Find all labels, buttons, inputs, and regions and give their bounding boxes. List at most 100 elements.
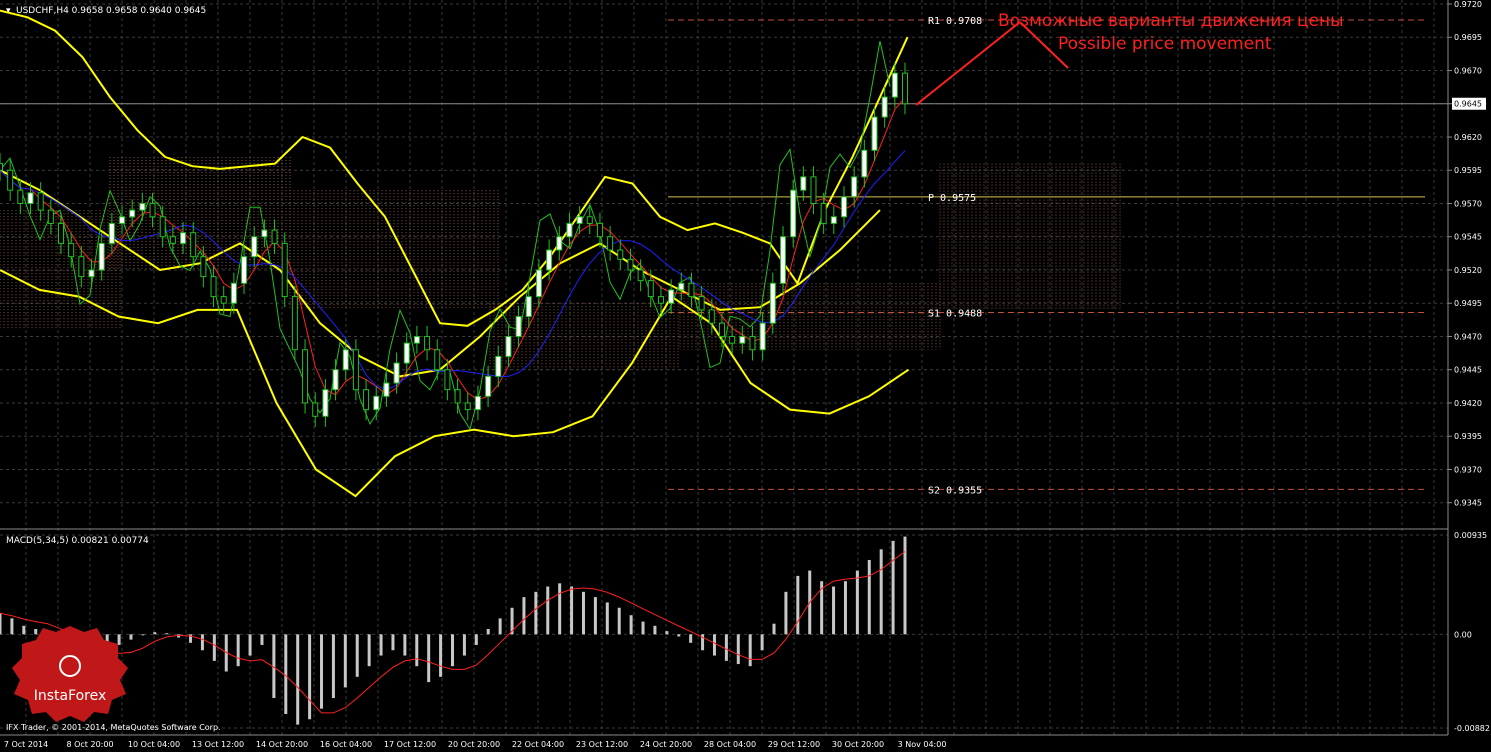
macd-bar [522,597,526,635]
candle-body [230,282,237,304]
x-tick-label: 29 Oct 12:00 [768,740,820,749]
candle-body [779,236,786,284]
macd-tick-label: -0.00882 [1454,724,1490,733]
macd-bar [867,559,871,635]
y-tick-label: 0.9370 [1454,465,1482,474]
candle-body [302,349,309,404]
annotation-ru: Возможные варианты движения цены [998,11,1344,31]
candle-body [0,163,3,171]
candle-body [871,116,878,151]
x-tick-label: 30 Oct 20:00 [832,740,884,749]
macd-tick-label: 0.00935 [1454,531,1487,540]
macd-bar [736,634,740,665]
candle-body [68,242,75,258]
y-tick-label: 0.9495 [1454,299,1482,308]
macd-bar [712,634,716,656]
candle-body [586,216,593,224]
x-tick-label: 7 Oct 2014 [4,740,48,749]
candle-body [78,256,85,278]
candle-body [363,389,370,411]
candle-body [98,242,105,271]
macd-bar [605,602,609,635]
candle-body [861,149,868,178]
candle-body [708,309,715,324]
macd-bar [832,586,836,635]
current-price-marker: 0.9645 [1452,97,1486,110]
candle-body [261,229,268,238]
candle-body [271,229,278,244]
y-tick-label: 0.9395 [1454,432,1482,441]
macd-bar [462,634,466,656]
candle-body [495,355,502,377]
candle-body [444,369,451,391]
macd-info: MACD(5,34,5) 0.00821 0.00774 [6,536,149,546]
usdchf-chart: R1 0.9708 P 0.9575 S1 0.9488 S2 0.9355 0.97… [0,0,1491,752]
candle-body [657,296,664,304]
candle-body [464,402,471,411]
candle-body [505,335,512,357]
y-tick-label: 0.9345 [1454,499,1482,508]
macd-bar [903,536,907,635]
candle-body [759,322,766,351]
macd-bar [320,634,324,709]
x-tick-label: 20 Oct 20:00 [448,740,500,749]
macd-bar [653,625,657,635]
x-tick-label: 3 Nov 04:00 [898,740,947,749]
candle-body [851,176,858,198]
candle-body [607,236,614,251]
candle-body [902,72,908,105]
x-tick-label: 28 Oct 04:00 [704,740,756,749]
candle-body [525,296,532,318]
macd-bar [689,634,693,643]
candle-body [251,236,258,258]
macd-bar [581,591,585,635]
macd-bar [641,621,645,635]
candle-body [7,169,14,191]
candle-body [129,209,136,218]
chart-menu-icon[interactable]: ▾ [6,6,11,16]
y-tick-label: 0.9695 [1454,33,1482,42]
candle-body [576,216,583,224]
x-tick-label: 16 Oct 04:00 [320,740,372,749]
candle-body [322,389,329,417]
x-tick-label: 14 Oct 20:00 [256,740,308,749]
x-tick-label: 13 Oct 12:00 [192,740,244,749]
macd-bar [200,634,204,651]
candle-body [891,72,898,98]
x-tick-label: 22 Oct 04:00 [512,740,564,749]
x-tick-label: 24 Oct 20:00 [640,740,692,749]
candle-body [434,349,441,371]
candle-body [556,236,563,251]
candle-body [769,282,776,324]
candle-body [820,202,827,224]
macd-bar [367,634,371,667]
macd-bar [498,618,502,635]
candle-body [220,296,227,304]
macd-bar [796,575,800,635]
macd-bar [153,632,157,635]
candle-body [403,342,410,364]
macd-bar [772,623,776,635]
macd-tick-label: 0.00 [1454,630,1472,639]
candle-body [108,222,115,244]
macd-bar [117,634,121,645]
candle-body [627,258,634,271]
candle-body [668,289,675,304]
candle-body [830,216,837,224]
candle-body [393,362,400,384]
macd-bar [403,634,407,656]
candle-body [749,335,756,351]
candle-body [149,202,156,218]
macd-bar [486,629,490,635]
candle-body [454,389,461,404]
candle-body [840,196,847,218]
candle-body [373,395,380,411]
macd-bar [10,618,14,635]
macd-bar [415,634,419,667]
pivot-label-p: P 0.9575 [928,193,976,204]
macd-bar [165,633,169,635]
annotation-en: Possible price movement [1058,34,1272,54]
macd-bar [855,570,859,635]
candle-body [546,249,553,271]
candle-body [88,269,95,278]
